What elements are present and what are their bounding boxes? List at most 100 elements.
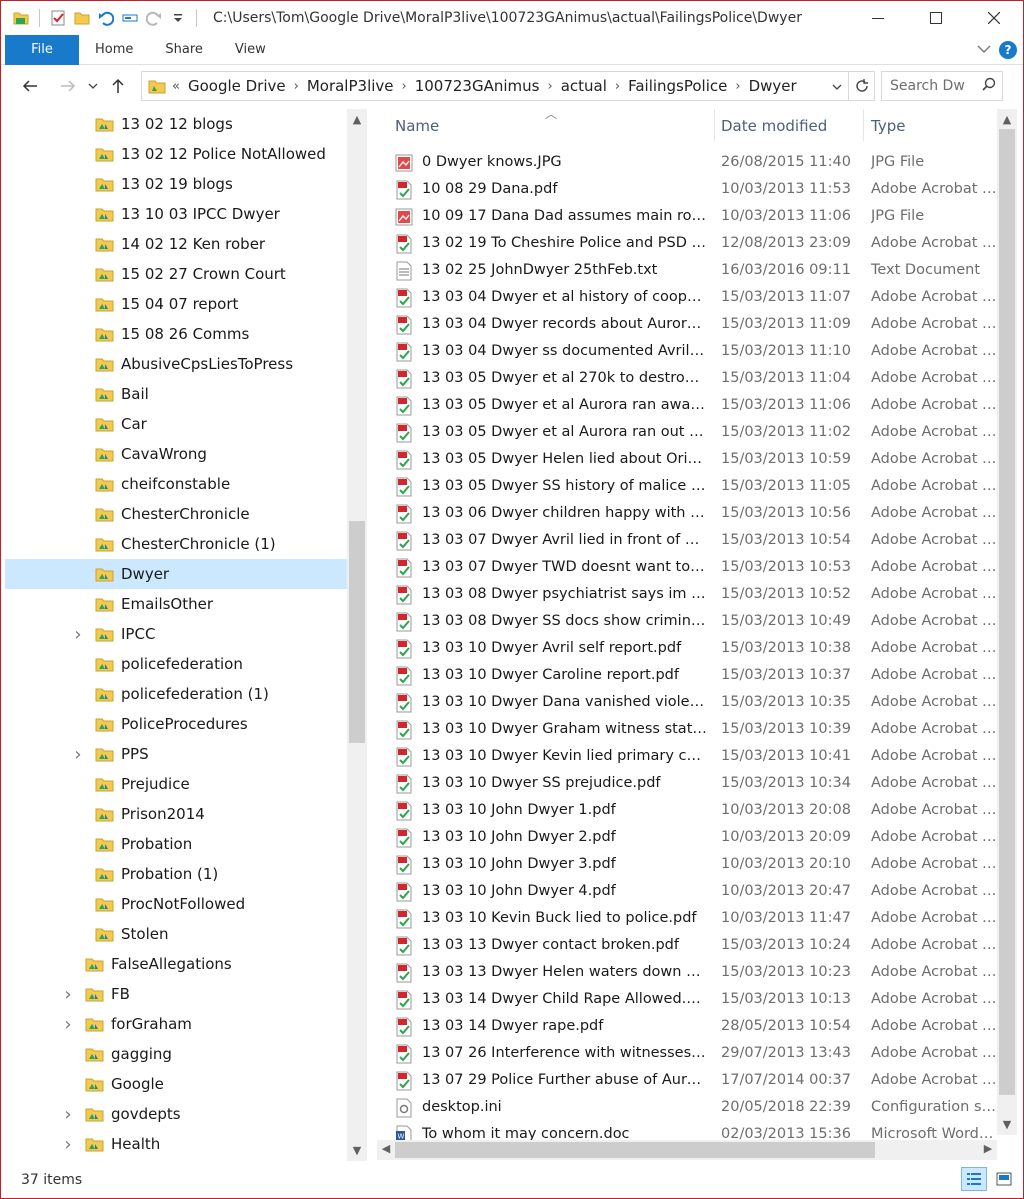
file-row[interactable]: 13 03 04 Dwyer et al history of cooperat… bbox=[377, 284, 997, 311]
file-name[interactable]: 13 03 10 Dwyer Avril self report.pdf bbox=[422, 640, 707, 656]
file-name[interactable]: 0 Dwyer knows.JPG bbox=[422, 154, 707, 170]
tree-item[interactable]: ProcNotFollowed bbox=[5, 889, 347, 919]
file-name[interactable]: 13 03 14 Dwyer rape.pdf bbox=[422, 1018, 707, 1034]
address-dropdown-icon[interactable] bbox=[826, 77, 848, 95]
tree-item[interactable]: › PPS bbox=[5, 739, 347, 769]
tree-item[interactable]: PoliceProcedures bbox=[5, 709, 347, 739]
file-name[interactable]: 13 03 07 Dwyer Avril lied in front of Br… bbox=[422, 532, 707, 548]
large-icons-view-icon[interactable] bbox=[991, 1167, 1017, 1191]
tree-item[interactable]: cheifconstable bbox=[5, 469, 347, 499]
search-icon[interactable] bbox=[982, 77, 996, 95]
tree-item[interactable]: 13 10 03 IPCC Dwyer bbox=[5, 199, 347, 229]
up-button[interactable] bbox=[103, 71, 133, 101]
tree-item[interactable]: FalseAllegations bbox=[5, 949, 347, 979]
file-name[interactable]: 13 03 05 Dwyer Helen lied about Orion.p bbox=[422, 451, 707, 467]
tab-share[interactable]: Share bbox=[149, 35, 219, 65]
file-name[interactable]: 13 03 13 Dwyer Helen waters down abus... bbox=[422, 964, 707, 980]
expand-chevron-icon[interactable]: › bbox=[71, 744, 85, 765]
tree-item[interactable]: gagging bbox=[5, 1039, 347, 1069]
tree-item[interactable]: › govdepts bbox=[5, 1099, 347, 1129]
minimize-button[interactable] bbox=[849, 1, 907, 35]
tree-item[interactable]: 13 02 12 blogs bbox=[5, 109, 347, 139]
file-row[interactable]: 13 03 05 Dwyer et al Aurora ran away scr… bbox=[377, 392, 997, 419]
file-row[interactable]: 13 02 19 To Cheshire Police and PSD and … bbox=[377, 230, 997, 257]
file-row[interactable]: 13 03 10 John Dwyer 4.pdf 10/03/2013 20:4… bbox=[377, 878, 997, 905]
expand-chevron-icon[interactable]: › bbox=[61, 1134, 75, 1155]
tree-item[interactable]: 13 02 12 Police NotAllowed bbox=[5, 139, 347, 169]
file-name[interactable]: 13 03 05 Dwyer SS history of malice usin… bbox=[422, 478, 707, 494]
scroll-right-icon[interactable]: ▶ bbox=[979, 1142, 997, 1155]
tree-item[interactable]: policefederation (1) bbox=[5, 679, 347, 709]
file-row[interactable]: 13 03 04 Dwyer ss documented Avril viol.… bbox=[377, 338, 997, 365]
file-row[interactable]: 13 03 13 Dwyer contact broken.pdf 15/03/2… bbox=[377, 932, 997, 959]
file-row[interactable]: 13 03 04 Dwyer records about Aurora vio.… bbox=[377, 311, 997, 338]
address-bar[interactable]: « Google Drive › MoralP3live › 100723GAn… bbox=[141, 71, 875, 101]
properties-icon[interactable] bbox=[46, 6, 70, 30]
file-name[interactable]: 13 03 14 Dwyer Child Rape Allowed.pdf bbox=[422, 991, 707, 1007]
forward-button[interactable] bbox=[53, 71, 83, 101]
search-box[interactable]: Search Dw bbox=[881, 71, 1003, 101]
tab-home[interactable]: Home bbox=[79, 35, 149, 65]
file-row[interactable]: 0 Dwyer knows.JPG 26/08/2015 11:40 JPG Fil… bbox=[377, 149, 997, 176]
file-name[interactable]: 13 03 10 John Dwyer 2.pdf bbox=[422, 829, 707, 845]
tree-item[interactable]: 13 02 19 blogs bbox=[5, 169, 347, 199]
expand-chevron-icon[interactable]: › bbox=[71, 624, 85, 645]
file-name[interactable]: 13 07 26 Interference with witnesses to … bbox=[422, 1045, 707, 1061]
file-row[interactable]: 13 03 10 John Dwyer 1.pdf 10/03/2013 20:0… bbox=[377, 797, 997, 824]
file-name[interactable]: desktop.ini bbox=[422, 1099, 707, 1115]
file-name[interactable]: 10 08 29 Dana.pdf bbox=[422, 181, 707, 197]
tree-item[interactable]: Prison2014 bbox=[5, 799, 347, 829]
file-name[interactable]: 13 07 29 Police Further abuse of Aurora … bbox=[422, 1072, 707, 1088]
file-row[interactable]: 13 03 08 Dwyer psychiatrist says im sane… bbox=[377, 581, 997, 608]
file-row[interactable]: 13 03 10 Dwyer Dana vanished violence. 15… bbox=[377, 689, 997, 716]
close-button[interactable] bbox=[965, 1, 1023, 35]
tree-item[interactable]: 15 04 07 report bbox=[5, 289, 347, 319]
scroll-thumb[interactable] bbox=[349, 521, 365, 743]
chevron-right-icon[interactable]: › bbox=[400, 79, 409, 94]
tab-view[interactable]: View bbox=[219, 35, 282, 65]
scroll-down-icon[interactable]: ▼ bbox=[347, 1144, 367, 1157]
tree-item[interactable]: Google bbox=[5, 1069, 347, 1099]
tree-item[interactable]: Probation (1) bbox=[5, 859, 347, 889]
new-folder-icon[interactable] bbox=[70, 6, 94, 30]
column-divider[interactable] bbox=[863, 109, 864, 141]
file-name[interactable]: 13 03 10 Dwyer SS prejudice.pdf bbox=[422, 775, 707, 791]
customize-toolbar-icon[interactable] bbox=[166, 6, 190, 30]
tree-item[interactable]: › IPCC bbox=[5, 619, 347, 649]
details-view-icon[interactable] bbox=[961, 1167, 987, 1191]
file-row[interactable]: 13 03 10 John Dwyer 2.pdf 10/03/2013 20:0… bbox=[377, 824, 997, 851]
navigation-scrollbar[interactable]: ▲ ▼ bbox=[347, 109, 367, 1161]
column-divider[interactable] bbox=[714, 109, 715, 141]
breadcrumb-actual[interactable]: actual bbox=[555, 77, 613, 95]
redo-icon[interactable] bbox=[142, 6, 166, 30]
file-row[interactable]: 13 03 05 Dwyer et al 270k to destroy a f… bbox=[377, 365, 997, 392]
expand-ribbon-icon[interactable] bbox=[977, 42, 991, 58]
file-name[interactable]: 13 03 10 Dwyer Dana vanished violence. bbox=[422, 694, 707, 710]
scroll-thumb[interactable] bbox=[395, 1142, 875, 1158]
file-name[interactable]: 10 09 17 Dana Dad assumes main role.JPG bbox=[422, 208, 707, 224]
file-row[interactable]: 13 03 06 Dwyer children happy with dad. 1… bbox=[377, 500, 997, 527]
scroll-left-icon[interactable]: ◀ bbox=[377, 1142, 395, 1155]
file-name[interactable]: 13 03 10 John Dwyer 4.pdf bbox=[422, 883, 707, 899]
chevron-right-icon[interactable]: › bbox=[613, 79, 622, 94]
column-date-modified[interactable]: Date modified bbox=[721, 117, 827, 135]
file-row[interactable]: 13 03 13 Dwyer Helen waters down abus...… bbox=[377, 959, 997, 986]
file-row[interactable]: 10 09 17 Dana Dad assumes main role.JPG 1… bbox=[377, 203, 997, 230]
tree-item[interactable]: ChesterChronicle (1) bbox=[5, 529, 347, 559]
file-row[interactable]: 13 02 25 JohnDwyer 25thFeb.txt 16/03/2016… bbox=[377, 257, 997, 284]
file-row[interactable]: 13 03 14 Dwyer rape.pdf 28/05/2013 10:54 A… bbox=[377, 1013, 997, 1040]
file-row[interactable]: 13 03 07 Dwyer TWD doesnt want to writ..… bbox=[377, 554, 997, 581]
column-type[interactable]: Type bbox=[871, 117, 905, 135]
breadcrumb-google-drive[interactable]: Google Drive bbox=[182, 77, 292, 95]
tree-item[interactable]: Car bbox=[5, 409, 347, 439]
refresh-icon[interactable] bbox=[848, 72, 874, 100]
file-row[interactable]: 13 03 10 Dwyer Kevin lied primary carer.… bbox=[377, 743, 997, 770]
file-row[interactable]: 13 03 10 Dwyer SS prejudice.pdf 15/03/201… bbox=[377, 770, 997, 797]
file-row[interactable]: 13 03 07 Dwyer Avril lied in front of Br… bbox=[377, 527, 997, 554]
file-name[interactable]: 13 03 10 John Dwyer 3.pdf bbox=[422, 856, 707, 872]
rename-icon[interactable] bbox=[118, 6, 142, 30]
file-row[interactable]: 13 03 10 Dwyer Graham witness stateme...… bbox=[377, 716, 997, 743]
recent-locations-button[interactable] bbox=[83, 71, 103, 101]
file-name[interactable]: 13 03 10 Dwyer Caroline report.pdf bbox=[422, 667, 707, 683]
expand-chevron-icon[interactable]: › bbox=[61, 984, 75, 1005]
